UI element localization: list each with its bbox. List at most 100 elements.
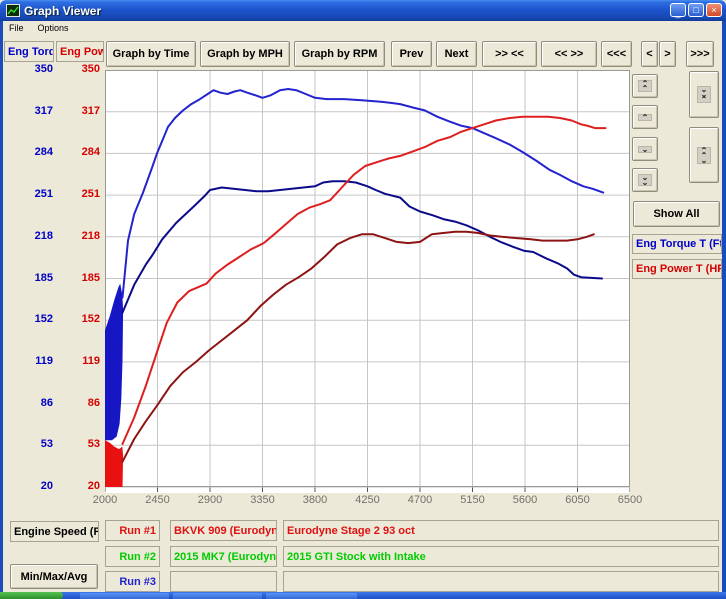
next-button[interactable]: Next	[436, 41, 477, 67]
graph-by-time-button[interactable]: Graph by Time	[106, 41, 196, 67]
torque-axis-tick-label: 218	[3, 230, 53, 242]
torque-axis-tick-label: 20	[3, 480, 53, 492]
menu-item-options[interactable]: Options	[36, 23, 71, 33]
taskbar-button[interactable]	[173, 593, 262, 599]
minimize-button[interactable]: _	[670, 3, 686, 17]
run-label-1: Run #1	[105, 520, 160, 541]
curve-run1-eng-power-hp-	[123, 117, 606, 444]
zoom-out-x-button[interactable]: << >>	[541, 41, 597, 67]
run-3-file-field[interactable]	[170, 571, 277, 592]
y-scroll-down-button[interactable]: ⌄	[632, 137, 658, 161]
show-all-label: Show All	[653, 208, 699, 220]
curve-run2-eng-power-hp-	[123, 232, 594, 462]
scroll-far-right-button[interactable]: >>>	[686, 41, 714, 67]
chevron-double-up-icon: ⌃⌃	[638, 80, 653, 92]
close-button[interactable]: ×	[706, 3, 722, 17]
y-scroll-up-fast-button[interactable]: ⌃⌃	[632, 74, 658, 98]
torque-axis-header: Eng Torqu	[4, 41, 54, 62]
power-axis-tick-label: 20	[56, 480, 100, 492]
maximize-icon: □	[693, 6, 698, 15]
legend-torque-field: Eng Torque T (Ft-L	[632, 234, 722, 254]
graph-viewer-window: Graph Viewer _ □ × File Options Eng Torqu…	[0, 0, 726, 592]
menu-bar: File Options	[3, 21, 722, 35]
prev-button[interactable]: Prev	[391, 41, 432, 67]
torque-axis-tick-label: 251	[3, 188, 53, 200]
torque-axis-tick-label: 284	[3, 146, 53, 158]
rpm-axis-tick-label: 6500	[610, 494, 650, 506]
close-icon: ×	[711, 6, 716, 15]
scroll-far-left-button[interactable]: <<<	[601, 41, 632, 67]
torque-axis-tick-label: 86	[3, 397, 53, 409]
graph-by-rpm-button[interactable]: Graph by RPM	[294, 41, 385, 67]
legend-power-label: Eng Power T (HP)	[636, 263, 722, 275]
run-label-3: Run #3	[105, 571, 160, 592]
taskbar[interactable]	[0, 592, 726, 599]
min-max-avg-button[interactable]: Min/Max/Avg	[10, 564, 98, 589]
power-axis-tick-label: 284	[56, 146, 100, 158]
legend-torque-label: Eng Torque T (Ft-L	[636, 238, 722, 250]
y-scroll-down-fast-button[interactable]: ⌄⌄	[632, 168, 658, 192]
title-bar[interactable]: Graph Viewer	[0, 0, 726, 21]
rpm-axis-tick-label: 2000	[85, 494, 125, 506]
run-1-file-field[interactable]: BKVK 909 (Eurodyne, I	[170, 520, 277, 541]
collapse-vertical-icon: ⌄⌄⌃	[697, 86, 712, 103]
run-3-description-field[interactable]	[283, 571, 719, 592]
run-label-2: Run #2	[105, 546, 160, 567]
power-axis-tick-label: 185	[56, 272, 100, 284]
rpm-axis-tick-label: 6050	[558, 494, 598, 506]
y-zoom-out-button[interactable]: ⌃⌃⌄	[689, 127, 719, 183]
dyno-plot-area[interactable]	[105, 70, 630, 493]
rpm-axis-tick-label: 4700	[400, 494, 440, 506]
x-axis-title-box: Engine Speed (RPM	[10, 521, 99, 542]
y-scroll-up-button[interactable]: ⌃	[632, 105, 658, 129]
start-button[interactable]	[0, 592, 63, 599]
rpm-axis-tick-label: 5600	[505, 494, 545, 506]
taskbar-button[interactable]	[80, 593, 169, 599]
chevron-double-down-icon: ⌄⌄	[638, 174, 653, 186]
power-startup-oscillation	[105, 440, 123, 487]
torque-axis-tick-label: 185	[3, 272, 53, 284]
rpm-axis-tick-label: 4250	[348, 494, 388, 506]
run-1-description-field[interactable]: Eurodyne Stage 2 93 oct	[283, 520, 719, 541]
power-axis-tick-label: 53	[56, 438, 100, 450]
torque-axis-tick-label: 350	[3, 63, 53, 75]
power-axis-tick-label: 251	[56, 188, 100, 200]
power-axis-header-label: Eng Powe	[60, 46, 104, 58]
scroll-right-button[interactable]: >	[659, 41, 676, 67]
legend-power-field: Eng Power T (HP)	[632, 259, 722, 279]
torque-axis-tick-label: 53	[3, 438, 53, 450]
rpm-axis-tick-label: 2900	[190, 494, 230, 506]
torque-axis-tick-label: 152	[3, 313, 53, 325]
window-title: Graph Viewer	[24, 4, 101, 18]
curve-run1-eng-torque-ft-lb-	[123, 89, 604, 298]
torque-axis-header-label: Eng Torqu	[8, 46, 54, 58]
power-axis-header: Eng Powe	[56, 41, 104, 62]
rpm-axis-tick-label: 3800	[295, 494, 335, 506]
chevron-down-icon: ⌄	[638, 146, 653, 153]
torque-startup-oscillation	[105, 284, 123, 441]
taskbar-button[interactable]	[266, 593, 357, 599]
expand-vertical-icon: ⌃⌃⌄	[697, 147, 712, 164]
minimize-icon: _	[675, 9, 680, 18]
power-axis-tick-label: 86	[56, 397, 100, 409]
graph-by-mph-button[interactable]: Graph by MPH	[200, 41, 290, 67]
menu-item-file[interactable]: File	[7, 23, 26, 33]
power-axis-tick-label: 152	[56, 313, 100, 325]
power-axis-tick-label: 218	[56, 230, 100, 242]
zoom-in-x-button[interactable]: >> <<	[482, 41, 537, 67]
app-chart-icon	[6, 4, 20, 17]
torque-axis-tick-label: 317	[3, 105, 53, 117]
rpm-axis-tick-label: 2450	[138, 494, 178, 506]
chevron-up-icon: ⌃	[638, 114, 653, 121]
power-axis-tick-label: 119	[56, 355, 100, 367]
rpm-axis-tick-label: 3350	[243, 494, 283, 506]
show-all-button[interactable]: Show All	[633, 201, 720, 227]
y-zoom-in-button[interactable]: ⌄⌄⌃	[689, 71, 719, 118]
run-2-description-field[interactable]: 2015 GTI Stock with Intake	[283, 546, 719, 567]
rpm-axis-tick-label: 5150	[453, 494, 493, 506]
scroll-left-button[interactable]: <	[641, 41, 658, 67]
min-max-avg-label: Min/Max/Avg	[21, 571, 88, 583]
window-border-right	[722, 21, 726, 592]
maximize-button[interactable]: □	[688, 3, 704, 17]
run-2-file-field[interactable]: 2015 MK7 (Eurodyne, E	[170, 546, 277, 567]
